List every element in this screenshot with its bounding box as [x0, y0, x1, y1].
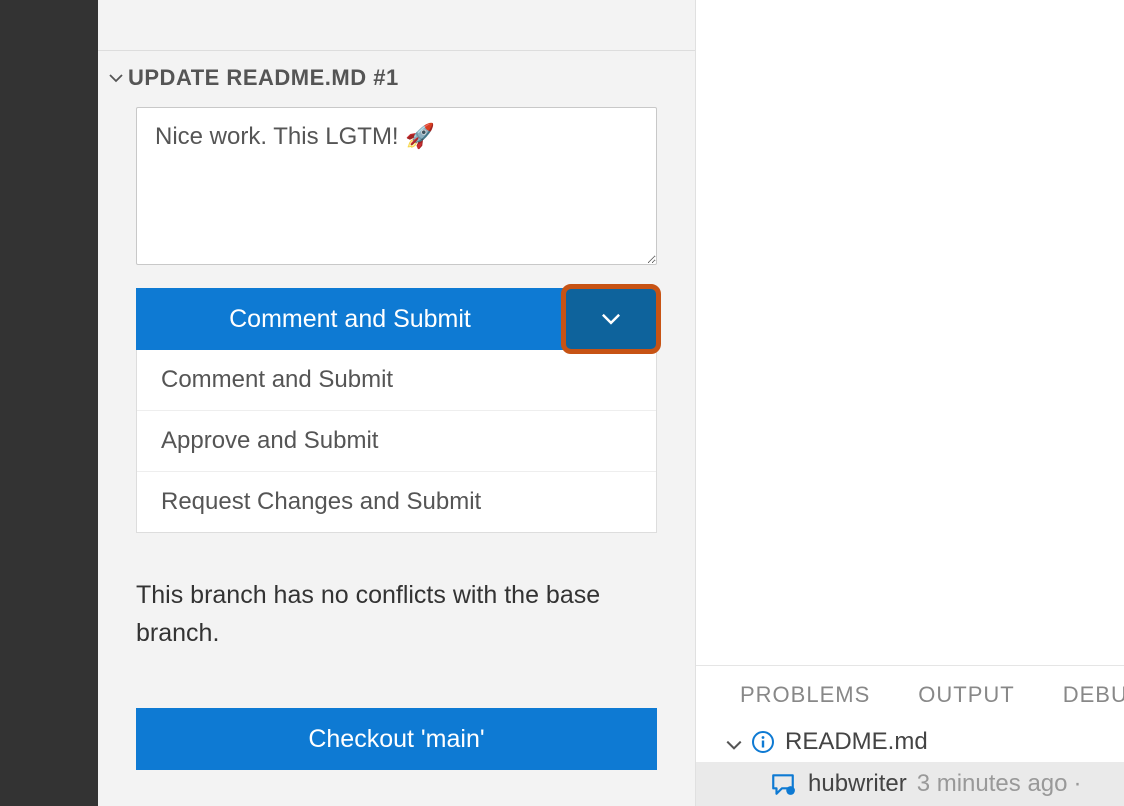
activity-bar	[0, 0, 98, 806]
editor-empty	[696, 0, 1124, 665]
chevron-down-icon	[108, 70, 124, 86]
comment-time: 3 minutes ago	[917, 770, 1068, 798]
option-approve-submit[interactable]: Approve and Submit	[137, 411, 656, 472]
chevron-down-icon	[725, 733, 743, 751]
chevron-down-icon	[598, 305, 624, 334]
comments-file-row[interactable]: README.md	[696, 722, 1124, 762]
submit-options-menu: Comment and Submit Approve and Submit Re…	[136, 350, 657, 533]
merge-status-text: This branch has no conflicts with the ba…	[136, 577, 657, 652]
tab-debug[interactable]: DEBUG	[1063, 682, 1124, 708]
button-label: Checkout 'main'	[308, 725, 484, 753]
comment-icon	[770, 771, 796, 797]
tab-problems[interactable]: PROBLEMS	[740, 682, 870, 708]
pr-review-panel: UPDATE README.MD #1 Comment and Submit C…	[98, 0, 696, 806]
checkout-main-button[interactable]: Checkout 'main'	[136, 708, 657, 770]
file-name: README.md	[785, 728, 928, 756]
button-label: Comment and Submit	[229, 305, 471, 334]
submit-split-button: Comment and Submit	[136, 288, 657, 350]
submit-dropdown-toggle[interactable]	[565, 288, 657, 350]
panel-tabs: PROBLEMS OUTPUT DEBUG	[696, 666, 1124, 722]
info-icon	[751, 730, 775, 754]
option-request-changes-submit[interactable]: Request Changes and Submit	[137, 472, 656, 532]
section-title: UPDATE README.MD #1	[128, 65, 399, 91]
comment-author: hubwriter	[808, 770, 907, 798]
comment-submit-button[interactable]: Comment and Submit	[136, 288, 564, 350]
tab-output[interactable]: OUTPUT	[918, 682, 1014, 708]
comment-entry[interactable]: hubwriter 3 minutes ago ·	[696, 762, 1124, 806]
editor-area: PROBLEMS OUTPUT DEBUG README.md	[696, 0, 1124, 806]
section-header[interactable]: UPDATE README.MD #1	[98, 51, 695, 105]
option-comment-submit[interactable]: Comment and Submit	[137, 350, 656, 411]
bottom-panel: PROBLEMS OUTPUT DEBUG README.md	[696, 665, 1124, 806]
separator-dot: ·	[1073, 770, 1081, 798]
panel-body: Comment and Submit Comment and Submit Ap…	[98, 105, 695, 770]
review-comment-input[interactable]	[136, 107, 657, 265]
